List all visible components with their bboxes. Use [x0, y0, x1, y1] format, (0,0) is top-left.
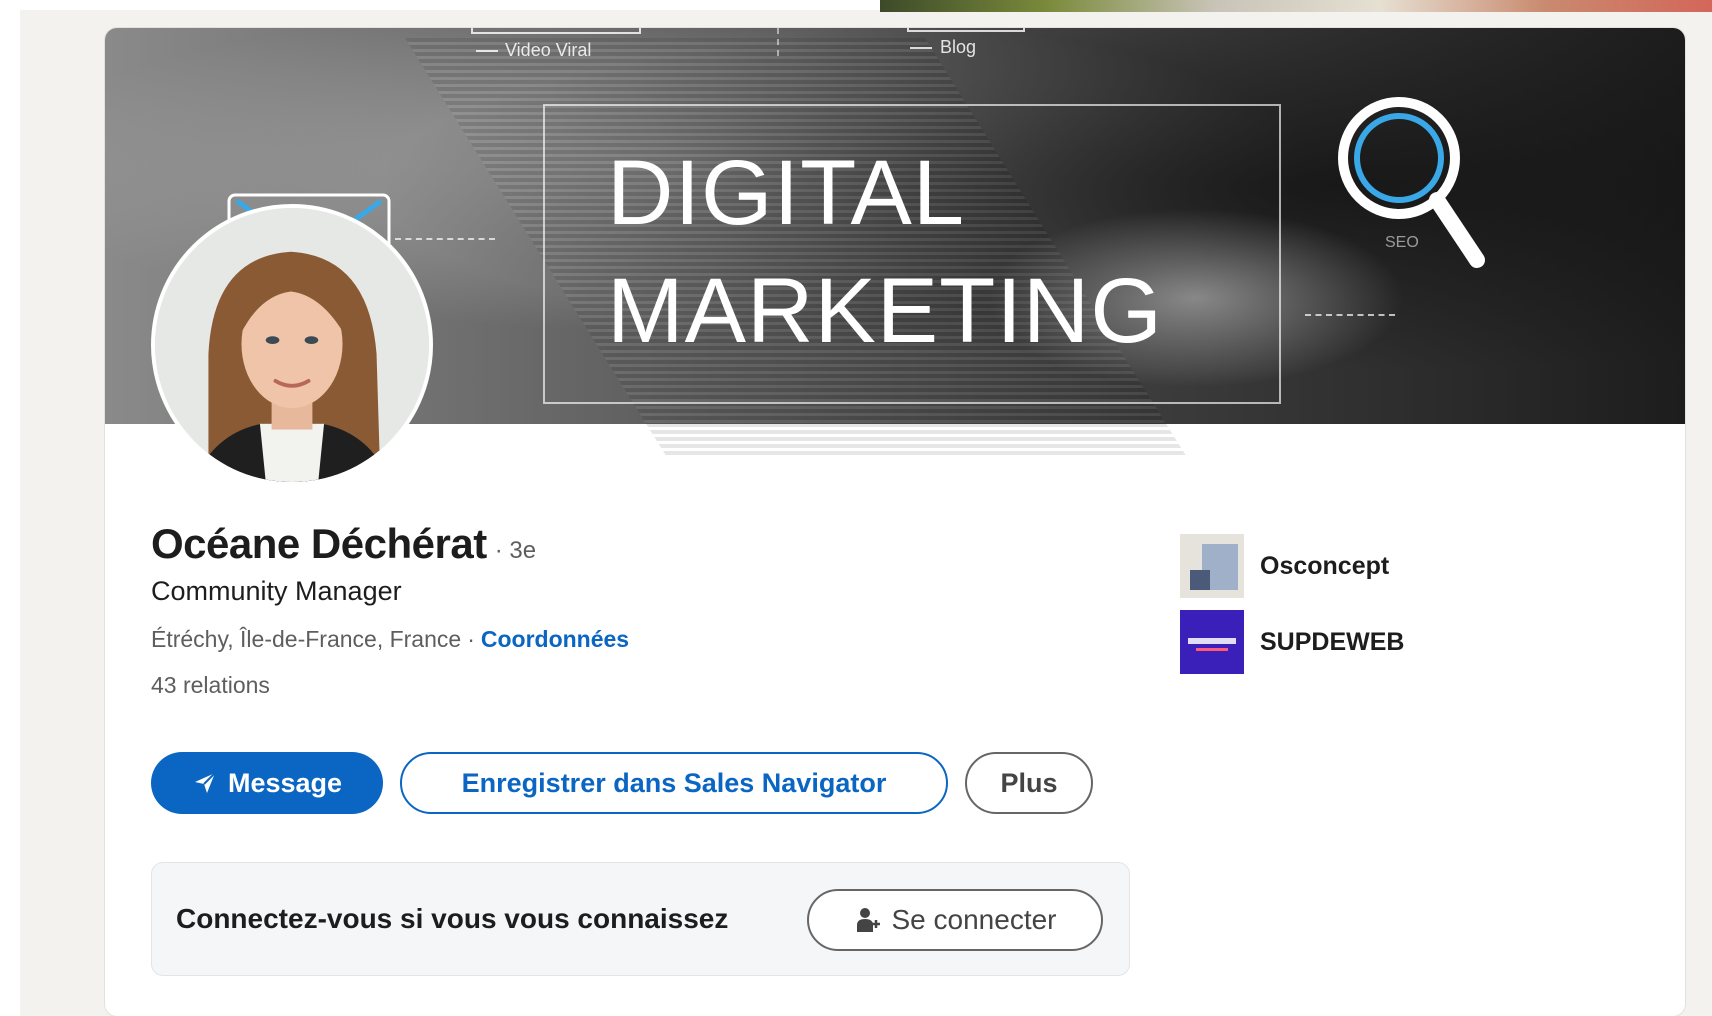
more-button[interactable]: Plus — [965, 752, 1093, 814]
add-person-icon — [856, 908, 880, 932]
background-photo-strip — [880, 0, 1712, 12]
company-item[interactable]: Osconcept — [1180, 534, 1389, 598]
banner-headline: DIGITAL MARKETING — [607, 134, 1163, 370]
connection-degree: · 3e — [494, 537, 537, 564]
connect-button[interactable]: Se connecter — [807, 889, 1103, 951]
message-button[interactable]: Message — [151, 752, 383, 814]
location-row: Étréchy, Île-de-France, France · Coordonné… — [151, 626, 629, 653]
company-name: Osconcept — [1260, 551, 1390, 580]
profile-photo — [155, 208, 429, 482]
save-sales-navigator-button[interactable]: Enregistrer dans Sales Navigator — [400, 752, 948, 814]
blog-tag-arrow — [910, 47, 932, 49]
message-button-label: Message — [227, 767, 343, 798]
connect-prompt: Connectez-vous si vous vous connaissez S… — [151, 862, 1130, 976]
profile-card: Video Viral Blog DIGITAL MARKETING SEO O… — [105, 28, 1685, 1016]
location-separator: · — [467, 626, 475, 652]
osconcept-logo-block-dark — [1190, 570, 1210, 590]
profile-headline: Community Manager — [151, 576, 402, 606]
screen: Video Viral Blog DIGITAL MARKETING SEO O… — [0, 0, 1712, 1016]
video-tag-label: Video Viral — [505, 40, 592, 60]
magnifier-icon — [1338, 97, 1485, 268]
banner-dash-left — [395, 238, 495, 240]
banner-headline-line2: MARKETING — [607, 260, 1163, 362]
banner-vertical-dash — [777, 28, 779, 56]
contact-info-link[interactable]: Coordonnées — [481, 626, 629, 652]
banner-dash-right — [1305, 314, 1395, 316]
osconcept-logo-icon — [1180, 534, 1244, 598]
banner-headline-line1: DIGITAL — [607, 142, 966, 244]
profile-location: Étréchy, Île-de-France, France — [151, 626, 462, 652]
supdeweb-logo-icon — [1180, 610, 1244, 674]
profile-avatar[interactable] — [151, 204, 433, 486]
connections-count[interactable]: 43 relations — [151, 672, 270, 699]
blog-tag-box — [907, 28, 1025, 32]
name-row: Océane Déchérat · 3e — [151, 520, 536, 568]
company-item[interactable]: SUPDEWEB — [1180, 610, 1404, 674]
supdeweb-logo-mark — [1188, 638, 1236, 644]
profile-name: Océane Déchérat — [151, 520, 487, 567]
blog-tag-label: Blog — [940, 37, 977, 57]
connect-button-label: Se connecter — [891, 904, 1057, 935]
send-icon — [194, 772, 216, 793]
video-tag-box — [471, 28, 641, 34]
supdeweb-logo-accent — [1196, 648, 1228, 651]
video-tag-arrow — [476, 50, 498, 52]
company-name: SUPDEWEB — [1260, 627, 1405, 656]
connect-prompt-text: Connectez-vous si vous vous connaissez — [176, 903, 729, 934]
